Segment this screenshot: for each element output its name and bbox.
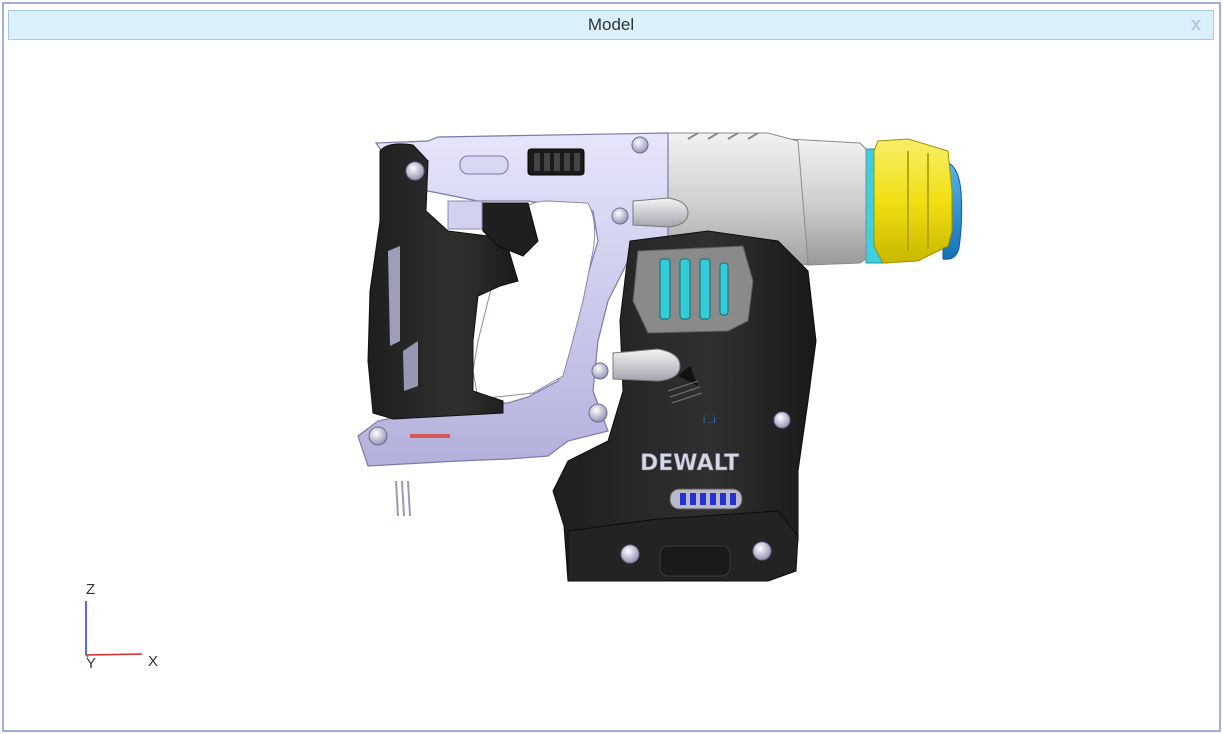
y-axis-label: Y [86,655,97,672]
side-pin-lower [612,348,681,382]
model-render: DEWALT i ..i [85,132,963,658]
3d-viewport[interactable]: DEWALT i ..i Z Y X [8,41,1214,726]
axis-triad [85,601,143,658]
x-axis-label: X [148,653,159,670]
vent-plate [632,245,754,334]
close-icon[interactable]: x [1185,13,1207,35]
speed-dial [527,148,585,176]
window-titlebar[interactable]: Model x [8,10,1214,40]
svg-text:i ..i: i ..i [703,415,716,426]
side-pin-upper [632,197,689,228]
mode-switch [459,155,509,175]
model-window: Model x DEWALT i ..i Z Y X [2,2,1221,732]
yellow-collar [873,138,953,264]
hammer-drill-model: DEWALT i ..i [357,132,963,582]
brand-logo: DEWALT [640,451,739,476]
z-axis-label: Z [86,581,96,598]
window-title: Model [587,15,635,34]
